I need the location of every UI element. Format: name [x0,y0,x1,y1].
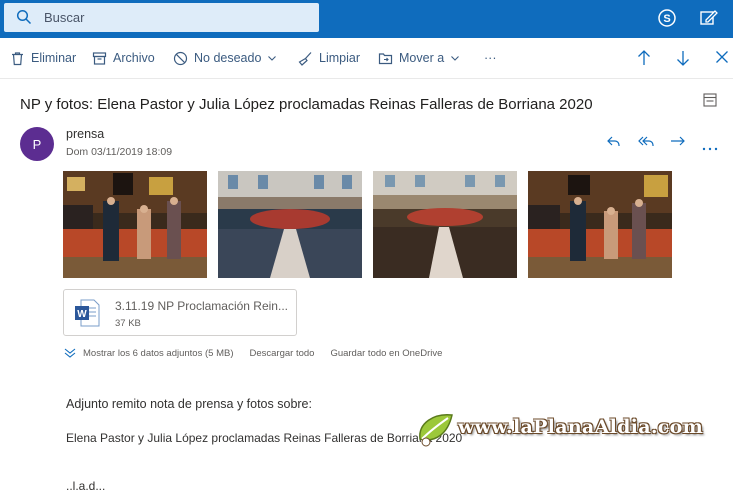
sweep-button[interactable]: Limpiar [298,49,360,67]
download-all-link[interactable]: Descargar todo [249,348,314,359]
attachment-links: Mostrar los 6 datos adjuntos (5 MB) Desc… [63,346,458,360]
move-to-button[interactable]: Mover a [378,49,460,67]
reply-icon[interactable] [606,134,622,155]
photo-thumbnail-2[interactable] [218,171,362,278]
photo-thumbnail-4[interactable] [528,171,672,278]
archive-button[interactable]: Archivo [92,49,155,67]
more-actions-icon[interactable] [702,139,718,157]
search-icon [16,9,32,30]
show-all-attachments-link[interactable]: Mostrar los 6 datos adjuntos (5 MB) [83,348,233,359]
attachment-card[interactable]: W 3.11.19 NP Proclamación Rein... 37 KB [63,289,297,336]
compose-icon[interactable] [699,8,719,33]
avatar[interactable]: P [20,127,54,161]
message-subject: NP y fotos: Elena Pastor y Julia López p… [20,96,593,113]
archive-icon [92,51,107,65]
broom-icon [298,51,312,66]
skype-icon[interactable]: S [657,8,677,33]
photo-thumbnail-3[interactable] [373,171,517,278]
photo-thumbnail-1[interactable] [63,171,207,278]
sender-name[interactable]: prensa [66,127,104,141]
block-icon [173,51,188,65]
save-to-onedrive-link[interactable]: Guardar todo en OneDrive [330,348,442,359]
body-line-2: Elena Pastor y Julia López proclamadas R… [66,431,463,445]
body-line-1: Adjunto remito nota de prensa y fotos so… [66,397,312,411]
close-icon[interactable] [715,50,729,69]
move-folder-icon [378,52,393,64]
more-commands-button[interactable]: ··· [484,49,497,67]
arrow-up-icon[interactable] [636,49,652,72]
top-bar: Buscar S [0,0,733,38]
arrow-down-icon[interactable] [675,49,691,72]
chevron-down-icon [451,56,460,61]
command-bar: Eliminar Archivo No deseado Limpiar Move… [0,38,733,79]
body-line-3: ..l.a.d... [66,479,106,493]
forward-icon[interactable] [670,134,686,155]
attachment-name: 3.11.19 NP Proclamación Rein... [115,299,288,313]
reply-all-icon[interactable] [638,134,656,155]
word-document-icon: W [74,299,100,332]
popout-icon[interactable] [703,93,717,112]
leaf-logo-icon [419,414,453,447]
delete-button[interactable]: Eliminar [10,49,76,67]
junk-button[interactable]: No deseado [173,49,277,67]
attachment-size: 37 KB [115,318,141,329]
chevron-down-icon [268,56,277,61]
chevron-down-icon [64,348,76,358]
message-date: Dom 03/11/2019 18:09 [66,146,173,158]
trash-icon [12,51,23,65]
search-placeholder: Buscar [44,10,85,25]
watermark-text: www.laPlanaAldia.com [458,416,703,438]
svg-text:S: S [663,13,670,25]
svg-text:W: W [77,309,87,320]
search-box[interactable]: Buscar [4,3,319,32]
